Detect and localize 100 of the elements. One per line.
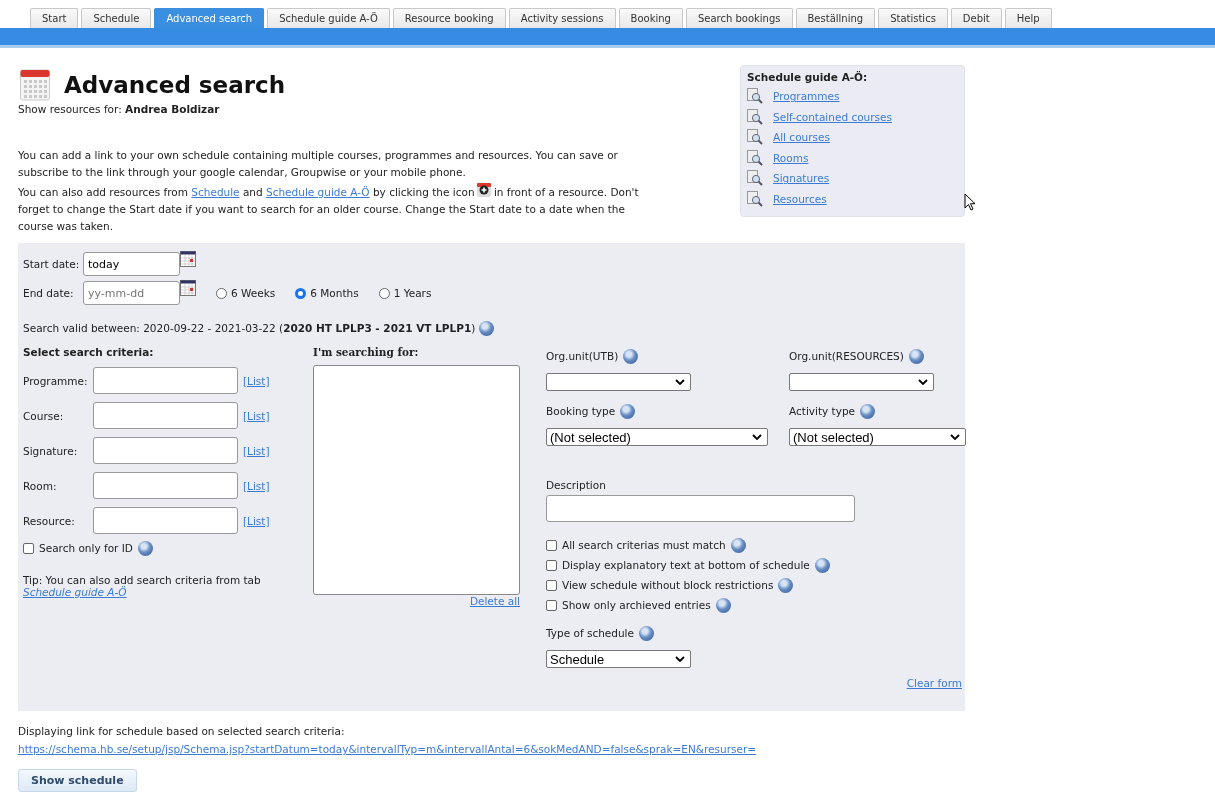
add-icon bbox=[476, 183, 491, 197]
guide-link[interactable]: All courses bbox=[773, 131, 830, 144]
list-link[interactable]: [List] bbox=[243, 514, 270, 527]
tab[interactable]: Beställning bbox=[795, 8, 876, 28]
field-label: Room: bbox=[23, 479, 58, 492]
tab[interactable]: Search bookings bbox=[685, 8, 793, 28]
search-icon bbox=[747, 170, 763, 187]
radio-button[interactable] bbox=[216, 287, 227, 299]
guide-link[interactable]: Self-contained courses bbox=[773, 110, 892, 123]
checkbox[interactable] bbox=[546, 579, 557, 591]
list-link[interactable]: [List] bbox=[243, 444, 270, 457]
dropdown[interactable]: Schedule bbox=[546, 650, 691, 668]
dropdown[interactable]: (Not selected) bbox=[546, 428, 768, 446]
input-field[interactable] bbox=[93, 402, 238, 429]
help-icon[interactable] bbox=[730, 537, 746, 553]
radio-label: 6 Months bbox=[310, 287, 359, 299]
help-icon[interactable] bbox=[620, 403, 636, 419]
input-field[interactable] bbox=[93, 437, 238, 464]
text-link[interactable]: Schedule guide A-Ö bbox=[266, 186, 370, 198]
input-field[interactable] bbox=[93, 507, 238, 534]
tab[interactable]: Statistics bbox=[878, 8, 948, 28]
radio-label: 1 Years bbox=[393, 287, 432, 299]
search-icon bbox=[747, 190, 763, 207]
input-field[interactable] bbox=[93, 472, 238, 499]
field-label: Activity type bbox=[789, 405, 856, 417]
checkbox[interactable] bbox=[23, 542, 34, 554]
list-link[interactable]: [List] bbox=[243, 374, 270, 387]
radio-label: 6 Weeks bbox=[231, 287, 276, 299]
dropdown[interactable] bbox=[546, 373, 691, 391]
list-link[interactable]: [List] bbox=[243, 409, 270, 422]
checkbox-label: Show only archieved entries bbox=[562, 599, 711, 611]
guide-link[interactable]: Rooms bbox=[773, 151, 809, 164]
tab[interactable]: Help bbox=[1004, 8, 1052, 28]
valid-range-text: Search valid between: 2020-09-22 - 2021-03-22 (2020 HT LPLP3 - 2021 VT LPLP1) bbox=[23, 322, 476, 334]
end-date-field[interactable]: yy-mm-dd bbox=[83, 281, 180, 305]
input-field[interactable] bbox=[93, 367, 238, 394]
tip-link[interactable]: Schedule guide A-Ö bbox=[23, 586, 127, 598]
help-icon[interactable] bbox=[814, 557, 830, 573]
tip-text: Tip: You can also add search criteria from tab bbox=[23, 574, 262, 586]
dropdown[interactable]: (Not selected) bbox=[789, 428, 966, 446]
list-link[interactable]: [List] bbox=[243, 479, 270, 492]
search-icon bbox=[747, 88, 763, 105]
show-schedule-button[interactable]: Show schedule bbox=[18, 769, 137, 792]
chevron-icon bbox=[675, 379, 685, 385]
resources-for-text: Show resources for: Andrea Boldizar bbox=[18, 103, 221, 115]
checkbox[interactable] bbox=[546, 559, 557, 571]
guide-link[interactable]: Programmes bbox=[773, 90, 840, 103]
field-label: Type of schedule bbox=[546, 627, 634, 639]
tab[interactable]: Advanced search bbox=[154, 8, 265, 28]
info-text: You can also add resources from Schedule and Schedule guide A-Ö by clicking the icon in front of a resource. Don't forget to change the Start date if you want to search for an older course. Change the Start date to a date when the course was taken. bbox=[18, 183, 643, 235]
dropdown[interactable] bbox=[789, 373, 934, 391]
radio-button[interactable] bbox=[295, 287, 307, 299]
chevron-icon bbox=[918, 379, 928, 385]
help-icon[interactable] bbox=[623, 348, 639, 364]
tab[interactable]: Resource booking bbox=[392, 8, 506, 28]
tab[interactable]: Schedule guide A-Ö bbox=[267, 8, 390, 28]
field-label: Course: bbox=[23, 409, 65, 422]
chevron-icon bbox=[752, 434, 762, 440]
start-date-field[interactable]: today bbox=[83, 252, 180, 276]
field-label: Signature: bbox=[23, 444, 79, 457]
link-caption: Displaying link for schedule based on selected search criteria: bbox=[18, 725, 346, 737]
calendar-icon[interactable] bbox=[180, 251, 196, 267]
checkbox[interactable] bbox=[546, 599, 557, 611]
cursor-icon bbox=[964, 193, 976, 211]
calendar-icon[interactable] bbox=[180, 280, 196, 296]
help-icon[interactable] bbox=[778, 577, 794, 593]
field-label: Start date: bbox=[23, 258, 81, 270]
guide-link[interactable]: Resources bbox=[773, 192, 827, 205]
help-icon[interactable] bbox=[137, 540, 153, 556]
tab[interactable]: Schedule bbox=[81, 8, 152, 28]
guide-title: Schedule guide A-Ö: bbox=[747, 71, 869, 83]
checkbox-label: Display explanatory text at bottom of schedule bbox=[562, 559, 810, 571]
field-label: Booking type bbox=[546, 405, 616, 417]
tab[interactable]: Activity sessions bbox=[508, 8, 616, 28]
section-title: I'm searching for: bbox=[313, 346, 420, 360]
section-title: Select search criteria: bbox=[23, 346, 155, 360]
radio-button[interactable] bbox=[378, 287, 390, 299]
field-label: Programme: bbox=[23, 374, 89, 387]
guide-link[interactable]: Signatures bbox=[773, 172, 830, 185]
field-label: End date: bbox=[23, 287, 75, 299]
text-link[interactable]: Schedule bbox=[191, 186, 240, 198]
info-text: You can add a link to your own schedule containing multiple courses, programmes and resources. You can save or subscribe to the link through your google calendar, Groupwise or your mobile phone. bbox=[18, 148, 619, 180]
help-icon[interactable] bbox=[908, 348, 924, 364]
help-icon[interactable] bbox=[860, 403, 876, 419]
help-icon[interactable] bbox=[479, 320, 495, 336]
checkbox-label: View schedule without block restrictions bbox=[562, 579, 774, 591]
checkbox-label: Search only for ID bbox=[39, 542, 133, 554]
tab[interactable]: Start bbox=[30, 8, 79, 28]
clear-form-link[interactable]: Clear form bbox=[906, 677, 962, 689]
search-icon bbox=[747, 129, 763, 146]
delete-all-link[interactable]: Delete all bbox=[469, 595, 520, 607]
checkbox[interactable] bbox=[546, 539, 557, 551]
description-field[interactable] bbox=[546, 495, 855, 522]
schedule-url-link[interactable]: https://schema.hb.se/setup/jsp/Schema.jsp?startDatum=today&intervallTyp=m&intervallAntal=6&sokMedAND=false&sprak=EN&resurser= bbox=[18, 743, 757, 755]
chevron-icon bbox=[675, 656, 685, 662]
tab[interactable]: Debit bbox=[950, 8, 1002, 28]
help-icon[interactable] bbox=[638, 625, 654, 641]
tab[interactable]: Booking bbox=[618, 8, 683, 28]
help-icon[interactable] bbox=[715, 597, 731, 613]
calendar-icon bbox=[20, 69, 50, 101]
